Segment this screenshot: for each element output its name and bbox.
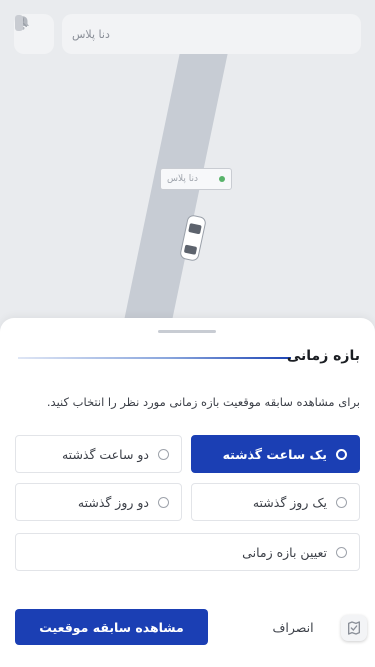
road-shape [120,52,228,340]
option-label: دو روز گذشته [77,494,149,510]
option-label: یک ساعت گذشته [222,446,327,462]
title-divider [18,357,291,359]
floating-app-button[interactable] [341,615,367,641]
map-view[interactable]: دنا پلاس دنا پلاس [0,0,375,340]
radio-icon[interactable] [336,546,347,558]
time-range-sheet: بازه زمانی برای مشاهده سابقه موقعیت بازه… [0,318,375,667]
option-one-hour[interactable]: یک ساعت گذشته [191,435,360,473]
option-label: دو ساعت گذشته [61,446,149,462]
option-custom-range[interactable]: تعیین بازه زمانی [15,533,360,571]
map-app-icon [348,621,360,635]
option-one-day[interactable]: یک روز گذشته [191,483,360,521]
option-two-days[interactable]: دو روز گذشته [15,483,182,521]
view-location-history-button[interactable]: مشاهده سابقه موقعیت [15,609,208,645]
radio-icon[interactable] [158,448,169,460]
map-top-bar: دنا پلاس [14,14,361,54]
vehicle-name: دنا پلاس [72,27,110,41]
vehicle-icon [15,15,23,31]
option-label: تعیین بازه زمانی [242,544,327,560]
option-two-hours[interactable]: دو ساعت گذشته [15,435,182,473]
radio-selected-icon[interactable] [336,448,347,460]
vehicle-marker-label[interactable]: دنا پلاس [160,168,232,190]
option-label: یک روز گذشته [252,494,327,510]
sheet-description: برای مشاهده سابقه موقعیت بازه زمانی مورد… [46,395,360,409]
marker-text: دنا پلاس [167,174,198,184]
radio-icon[interactable] [336,496,347,508]
vehicle-search-box[interactable]: دنا پلاس [15,14,361,54]
radio-icon[interactable] [158,496,169,508]
sheet-drag-handle[interactable] [158,330,216,333]
status-dot-icon [219,176,225,182]
selected-vehicle: دنا پلاس [15,15,110,41]
cancel-button[interactable]: انصراف [253,609,333,645]
sheet-title: بازه زمانی [286,348,360,364]
